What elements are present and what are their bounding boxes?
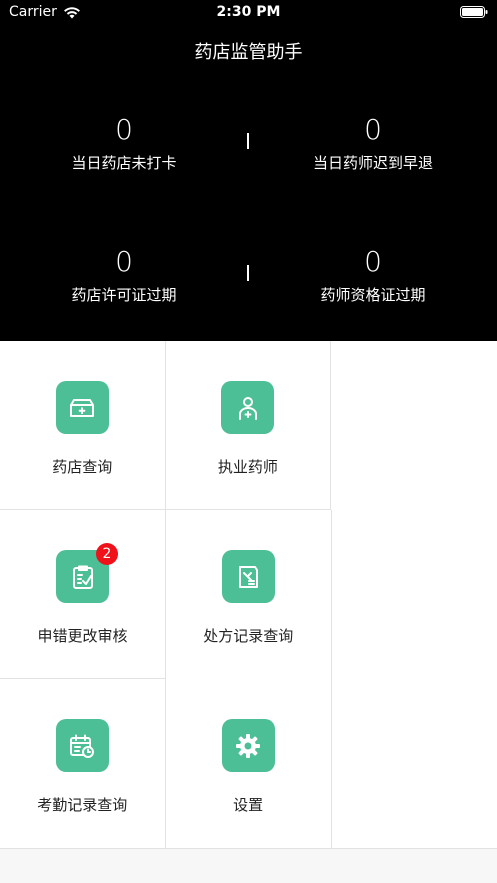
menu-label: 药店查询 [52, 458, 113, 476]
attendance-calendar-icon [70, 734, 95, 758]
stat-value: 0 [115, 245, 133, 278]
menu-label: 申错更改审核 [37, 627, 128, 645]
pharmacist-icon [238, 396, 257, 420]
stat-pharmacy-not-clocked[interactable]: 0 当日药店未打卡 [0, 114, 248, 173]
battery-icon [460, 6, 488, 18]
stat-label: 药店许可证过期 [71, 286, 177, 304]
clock: 2:30 PM [216, 4, 281, 20]
menu-item-pharmacy-query[interactable]: 药店查询 [0, 341, 166, 510]
menu-item-settings[interactable]: 设置 [166, 679, 332, 848]
menu-label: 处方记录查询 [203, 627, 294, 645]
stat-license-expired[interactable]: 0 药店许可证过期 [0, 246, 248, 305]
stat-value: 0 [364, 113, 382, 146]
stat-certificate-expired[interactable]: 0 药师资格证过期 [249, 246, 497, 305]
pharmacy-box-icon [70, 398, 95, 417]
gear-icon [236, 733, 261, 758]
page-title: 药店监管助手 [194, 42, 303, 63]
stat-label: 当日药师迟到早退 [312, 154, 433, 172]
stat-label: 当日药店未打卡 [71, 154, 177, 172]
stat-value: 0 [364, 245, 382, 278]
menu-item-prescription-records[interactable]: 处方记录查询 [166, 510, 332, 679]
menu-item-attendance-records[interactable]: 考勤记录查询 [0, 679, 166, 848]
header: Carrier 2:30 PM 药店监管助手 0 当日药店未打卡 0 当日药师迟… [0, 0, 497, 341]
menu-label: 执业药师 [217, 458, 278, 476]
stat-pharmacist-late[interactable]: 0 当日药师迟到早退 [249, 114, 497, 173]
menu-item-licensed-pharmacist[interactable]: 执业药师 [165, 341, 332, 510]
menu-label: 设置 [233, 796, 264, 814]
stat-label: 药师资格证过期 [320, 286, 426, 304]
menu-label: 考勤记录查询 [37, 796, 128, 814]
clipboard-check-icon [72, 565, 93, 589]
notification-badge: 2 [96, 543, 118, 565]
menu-grid: 药店查询 执业药师 2 申错更改审核 处方记录查询 考勤记录查询 设置 [0, 341, 497, 849]
menu-item-correction-review[interactable]: 2 申错更改审核 [0, 510, 166, 679]
status-bar: Carrier 2:30 PM [0, 0, 497, 26]
stat-value: 0 [115, 113, 133, 146]
prescription-icon [239, 565, 259, 588]
